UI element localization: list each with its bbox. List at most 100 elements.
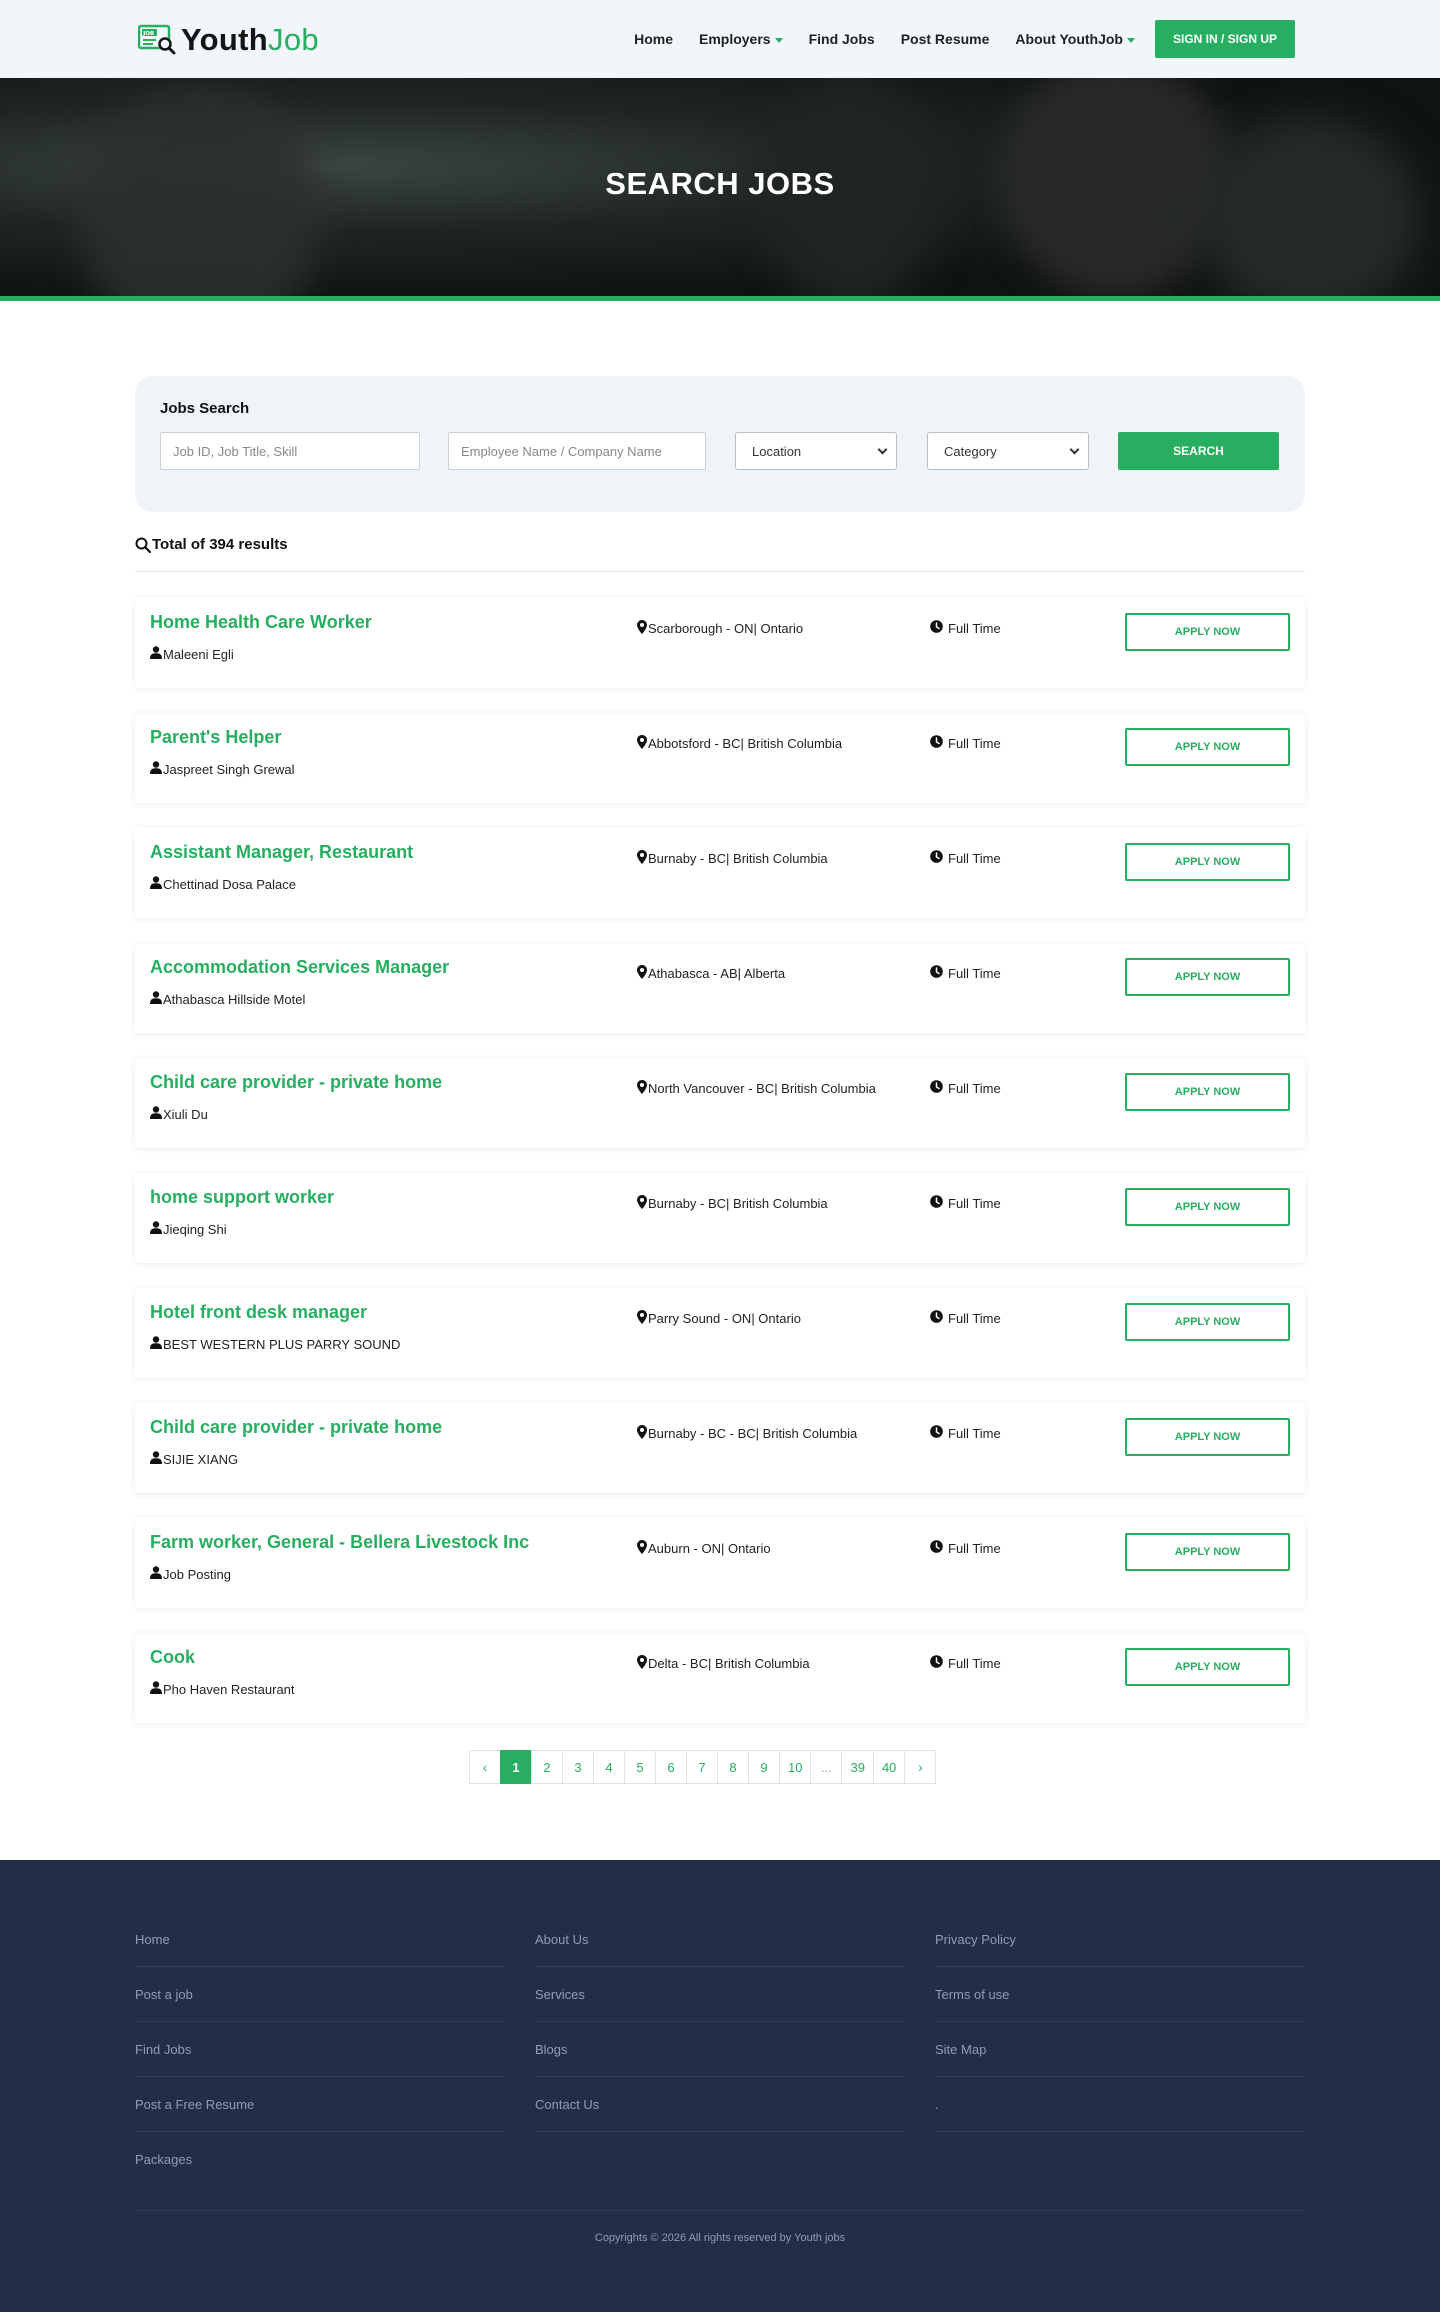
footer-link[interactable]: Services [535,1967,905,2022]
job-location-text: Parry Sound - ON| Ontario [648,1311,801,1326]
job-company: Chettinad Dosa Palace [150,876,296,892]
job-title-link[interactable]: Assistant Manager, Restaurant [150,842,413,863]
company-search-input[interactable]: Employee Name / Company Name [448,432,706,470]
search-panel-title: Jobs Search [160,400,250,417]
job-company-name: Jieqing Shi [163,1221,227,1237]
job-card: Accommodation Services Manager Athabasca … [135,943,1305,1033]
pagination-next-button[interactable]: › [904,1750,937,1784]
job-type: Full Time [930,965,1001,981]
pagination-prev-button[interactable]: ‹ [469,1750,501,1784]
pagination-page-button[interactable]: 5 [624,1750,656,1784]
footer-link[interactable]: Post a Free Resume [135,2077,505,2132]
job-company: Jieqing Shi [150,1221,227,1237]
job-company-name: SIJIE XIANG [163,1451,239,1467]
job-type: Full Time [930,1080,1001,1096]
footer-link[interactable]: Privacy Policy [935,1912,1305,1967]
logo-main: Youth [181,22,269,57]
nav-find-jobs[interactable]: Find Jobs [809,31,875,47]
nav-employers-label: Employers [698,31,771,47]
category-select[interactable]: Category [927,432,1089,470]
job-title-link[interactable]: Child care provider - private home [150,1072,442,1093]
pagination-page-button[interactable]: 8 [717,1750,749,1784]
footer-column-3: Privacy Policy Terms of use Site Map. [935,1912,1305,2132]
pagination-page-button[interactable]: 6 [655,1750,687,1784]
nav-home[interactable]: Home [634,31,673,47]
keyword-search-input[interactable]: Job ID, Job Title, Skill [160,432,420,470]
apply-now-button[interactable]: APPLY NOW [1125,843,1290,881]
map-pin-icon [637,1080,647,1097]
map-pin-icon [637,1540,647,1557]
job-title-link[interactable]: Accommodation Services Manager [150,957,449,978]
clock-icon [930,1080,943,1096]
site-footer: Home Post a job Find Jobs Post a Free Resum… [0,1860,1440,2312]
jobs-search-panel: Jobs Search Job ID, Job Title, Skill Emp… [135,376,1305,512]
footer-link[interactable]: . [935,2077,1305,2132]
apply-now-button[interactable]: APPLY NOW [1125,1648,1290,1686]
hero-accent-line [0,296,1440,301]
footer-link[interactable]: Find Jobs [135,2022,505,2077]
pagination-page-button[interactable]: 9 [748,1750,780,1784]
map-pin-icon [637,620,647,637]
footer-link[interactable]: Packages [135,2132,505,2187]
pagination-page-button[interactable]: 10 [779,1750,812,1784]
apply-now-button[interactable]: APPLY NOW [1125,1188,1290,1226]
job-company: Job Posting [150,1566,231,1582]
apply-now-button[interactable]: APPLY NOW [1125,613,1290,651]
job-title-link[interactable]: Hotel front desk manager [150,1302,367,1323]
job-title-link[interactable]: Parent's Helper [150,727,281,748]
user-icon [150,1106,162,1122]
footer-link[interactable]: About Us [535,1912,905,1967]
footer-link[interactable]: Blogs [535,2022,905,2077]
nav-employers[interactable]: Employers [699,31,783,47]
job-company-name: Chettinad Dosa Palace [163,876,296,892]
hero-banner: SEARCH JOBS [0,78,1440,298]
apply-now-button[interactable]: APPLY NOW [1125,1418,1290,1456]
job-location: Scarborough - ON| Ontario [637,620,803,637]
pagination-page-button[interactable]: 2 [531,1750,563,1784]
footer-link[interactable]: Terms of use [935,1967,1305,2022]
search-button[interactable]: SEARCH [1118,432,1279,470]
job-type: Full Time [930,620,1001,636]
clock-icon [930,1655,943,1671]
pagination-page-button[interactable]: 7 [686,1750,718,1784]
location-select[interactable]: Location [735,432,897,470]
job-company: Pho Haven Restaurant [150,1681,295,1697]
pagination-page-button[interactable]: 40 [872,1750,906,1784]
job-company: Xiuli Du [150,1106,208,1122]
apply-now-button[interactable]: APPLY NOW [1125,958,1290,996]
nav-post-resume[interactable]: Post Resume [901,31,990,47]
caret-down-icon [774,37,783,43]
hero-background-shape [1200,118,1420,298]
job-company-name: Jaspreet Singh Grewal [163,761,295,777]
job-card: Cook Pho Haven Restaurant Delta - BC| Brit… [135,1633,1305,1723]
apply-now-button[interactable]: APPLY NOW [1125,1073,1290,1111]
sign-in-button[interactable]: SIGN IN / SIGN UP [1154,20,1295,58]
job-type-text: Full Time [948,1655,1001,1671]
job-location: Athabasca - AB| Alberta [637,965,785,982]
job-company: Jaspreet Singh Grewal [150,761,295,777]
job-location: Burnaby - BC - BC| British Columbia [637,1425,857,1442]
apply-now-button[interactable]: APPLY NOW [1125,728,1290,766]
job-title-link[interactable]: Child care provider - private home [150,1417,442,1438]
footer-link[interactable]: Contact Us [535,2077,905,2132]
user-icon [150,646,162,662]
divider [135,571,1305,572]
pagination-page-button[interactable]: 4 [593,1750,625,1784]
footer-link[interactable]: Home [135,1912,505,1967]
job-title-link[interactable]: Home Health Care Worker [150,612,372,633]
job-type-text: Full Time [948,1080,1001,1096]
job-title-link[interactable]: Farm worker, General - Bellera Livestock… [150,1532,529,1553]
footer-link[interactable]: Site Map [935,2022,1305,2077]
pagination-page-button[interactable]: 39 [841,1750,874,1784]
pagination-page-button[interactable]: 1 [500,1750,532,1784]
job-type: Full Time [930,1195,1001,1211]
pagination-page-button[interactable]: 3 [562,1750,594,1784]
apply-now-button[interactable]: APPLY NOW [1125,1533,1290,1571]
footer-link[interactable]: Post a job [135,1967,505,2022]
site-logo[interactable]: JOB YouthJob [137,22,319,58]
job-title-link[interactable]: Cook [150,1647,195,1668]
apply-now-button[interactable]: APPLY NOW [1125,1303,1290,1341]
job-location: Delta - BC| British Columbia [637,1655,810,1672]
nav-about[interactable]: About YouthJob [1015,31,1135,47]
job-title-link[interactable]: home support worker [150,1187,334,1208]
